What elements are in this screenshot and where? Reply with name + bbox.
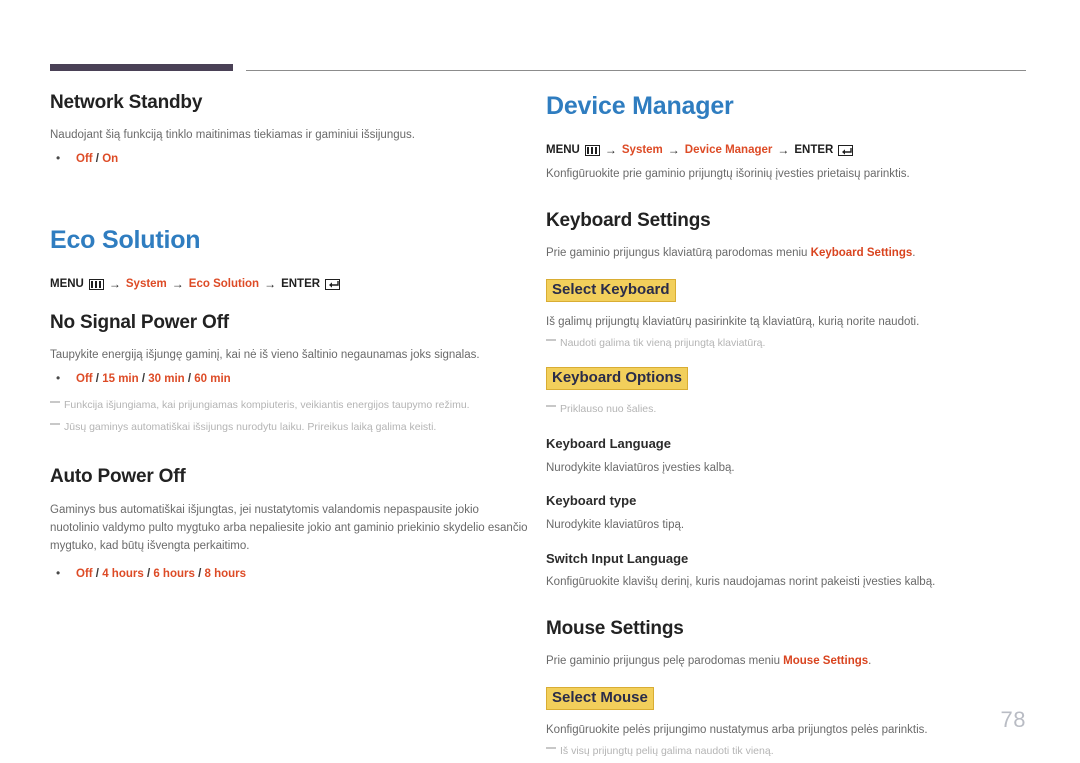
keyboard-settings-menu-link: Keyboard Settings bbox=[810, 246, 913, 259]
auto-power-off-heading: Auto Power Off bbox=[50, 465, 186, 487]
no-signal-power-off-option-values: Off / 15 min / 30 min / 60 min bbox=[76, 372, 231, 385]
auto-power-off-description: Gaminys bus automatiškai išjungtas, jei … bbox=[50, 504, 528, 552]
breadcrumb-arrow: → bbox=[604, 142, 617, 157]
breadcrumb-arrow: → bbox=[777, 142, 790, 157]
select-keyboard-heading: Select Keyboard bbox=[546, 278, 676, 302]
bullet-dot: • bbox=[56, 565, 61, 580]
menu-icon bbox=[88, 278, 104, 290]
network-standby-description: Naudojant šią funkciją tinklo maitinimas… bbox=[50, 128, 415, 141]
keyboard-settings-description: Prie gaminio prijungus klaviatūrą parodo… bbox=[546, 246, 916, 259]
section-auto-power-off: Auto Power Off Gaminys bus automatiškai … bbox=[50, 466, 530, 583]
device-manager-description: Konfigūruokite prie gaminio prijungtų iš… bbox=[546, 168, 910, 181]
keyboard-language-heading: Keyboard Language bbox=[546, 436, 671, 452]
eco-solution-heading: Eco Solution bbox=[50, 225, 201, 254]
auto-power-off-option-values: Off / 4 hours / 6 hours / 8 hours bbox=[76, 567, 247, 580]
breadcrumb-enter-label: ENTER bbox=[281, 277, 321, 290]
bullet-dot: • bbox=[56, 150, 61, 165]
select-mouse-heading: Select Mouse bbox=[546, 686, 654, 710]
switch-input-language-heading: Switch Input Language bbox=[546, 550, 689, 566]
switch-input-language-description: Konfigūruokite klavišų derinį, kuris nau… bbox=[546, 576, 936, 589]
select-mouse-description: Konfigūruokite pelės prijungimo nustatym… bbox=[546, 723, 928, 736]
breadcrumb-step-eco-solution: Eco Solution bbox=[188, 277, 260, 290]
keyboard-language-description: Nurodykite klaviatūros įvesties kalbą. bbox=[546, 461, 735, 474]
breadcrumb-arrow: → bbox=[171, 276, 184, 291]
no-signal-power-off-options: • Off / 15 min / 30 min / 60 min bbox=[50, 371, 530, 388]
network-standby-options: • Off / On bbox=[50, 151, 530, 168]
page-number: 78 bbox=[1000, 707, 1026, 732]
no-signal-power-off-description: Taupykite energiją išjungę gaminį, kai n… bbox=[50, 349, 480, 361]
device-manager-breadcrumb: MENU → System → Device Manager → ENTER bbox=[546, 143, 1030, 159]
page-header-rules bbox=[50, 64, 1026, 74]
section-no-signal-power-off: No Signal Power Off Taupykite energiją i… bbox=[50, 312, 530, 435]
header-divider-line bbox=[246, 70, 1026, 71]
mouse-settings-description: Prie gaminio prijungus pelę parodomas me… bbox=[546, 655, 872, 668]
section-keyboard-settings: Keyboard Settings Prie gaminio prijungus… bbox=[546, 210, 1030, 592]
note-dash-icon bbox=[546, 746, 556, 749]
subsection-select-keyboard: Select Keyboard Iš galimų prijungtų klav… bbox=[546, 278, 1030, 352]
note-dash-icon bbox=[50, 401, 60, 404]
breadcrumb-menu-label: MENU bbox=[546, 144, 580, 157]
subsection-keyboard-type: Keyboard type Nurodykite klaviatūros tip… bbox=[546, 493, 1030, 534]
select-keyboard-note: Naudoti galima tik vieną prijungtą klavi… bbox=[546, 336, 1030, 352]
manual-page: Network Standby Naudojant šią funkciją t… bbox=[0, 0, 1080, 763]
subsection-keyboard-options: Keyboard Options Priklauso nuo šalies. bbox=[546, 367, 1030, 418]
no-signal-note-2: Jūsų gaminys automatiškai išsijungs nuro… bbox=[50, 420, 530, 436]
auto-power-off-options: • Off / 4 hours / 6 hours / 8 hours bbox=[50, 566, 530, 583]
eco-solution-breadcrumb: MENU → System → Eco Solution → ENTER bbox=[50, 277, 530, 293]
header-accent-bar bbox=[50, 64, 233, 71]
breadcrumb-menu-label: MENU bbox=[50, 277, 84, 290]
mouse-settings-menu-link: Mouse Settings bbox=[783, 655, 869, 668]
section-eco-solution: Eco Solution MENU → System → Eco Solutio… bbox=[50, 226, 530, 583]
device-manager-heading: Device Manager bbox=[546, 92, 734, 120]
network-standby-option-values: Off / On bbox=[76, 152, 119, 165]
breadcrumb-arrow: → bbox=[667, 142, 680, 157]
section-mouse-settings: Mouse Settings Prie gaminio prijungus pe… bbox=[546, 618, 1030, 759]
network-standby-heading: Network Standby bbox=[50, 92, 203, 113]
menu-icon bbox=[584, 145, 600, 157]
no-signal-note-1: Funkcija išjungiama, kai prijungiamas ko… bbox=[50, 398, 530, 414]
subsection-keyboard-language: Keyboard Language Nurodykite klaviatūros… bbox=[546, 436, 1030, 477]
breadcrumb-arrow: → bbox=[264, 276, 277, 291]
section-network-standby: Network Standby Naudojant šią funkciją t… bbox=[50, 92, 530, 168]
note-dash-icon bbox=[50, 422, 60, 425]
subsection-switch-input-language: Switch Input Language Konfigūruokite kla… bbox=[546, 551, 1030, 592]
no-signal-power-off-heading: No Signal Power Off bbox=[50, 312, 229, 334]
keyboard-type-description: Nurodykite klaviatūros tipą. bbox=[546, 519, 685, 532]
section-device-manager: Device Manager MENU → System → Device Ma… bbox=[546, 92, 1030, 184]
keyboard-options-heading: Keyboard Options bbox=[546, 367, 689, 391]
breadcrumb-step-device-manager: Device Manager bbox=[684, 144, 773, 157]
breadcrumb-step-system: System bbox=[621, 144, 663, 157]
keyboard-options-note: Priklauso nuo šalies. bbox=[546, 402, 1030, 418]
breadcrumb-step-system: System bbox=[125, 277, 167, 290]
note-dash-icon bbox=[546, 405, 556, 408]
bullet-dot: • bbox=[56, 370, 61, 385]
keyboard-settings-heading: Keyboard Settings bbox=[546, 210, 711, 232]
breadcrumb-arrow: → bbox=[108, 276, 121, 291]
mouse-settings-heading: Mouse Settings bbox=[546, 618, 684, 640]
enter-key-icon bbox=[325, 278, 341, 290]
subsection-select-mouse: Select Mouse Konfigūruokite pelės prijun… bbox=[546, 686, 1030, 760]
breadcrumb-enter-label: ENTER bbox=[794, 144, 834, 157]
select-mouse-note: Iš visų prijungtų pelių galima naudoti t… bbox=[546, 744, 1030, 760]
right-column: Device Manager MENU → System → Device Ma… bbox=[546, 92, 1030, 759]
enter-key-icon bbox=[838, 145, 854, 157]
note-dash-icon bbox=[546, 338, 556, 341]
keyboard-type-heading: Keyboard type bbox=[546, 493, 637, 509]
left-column: Network Standby Naudojant šią funkciją t… bbox=[50, 92, 530, 583]
select-keyboard-description: Iš galimų prijungtų klaviatūrų pasirinki… bbox=[546, 315, 920, 328]
